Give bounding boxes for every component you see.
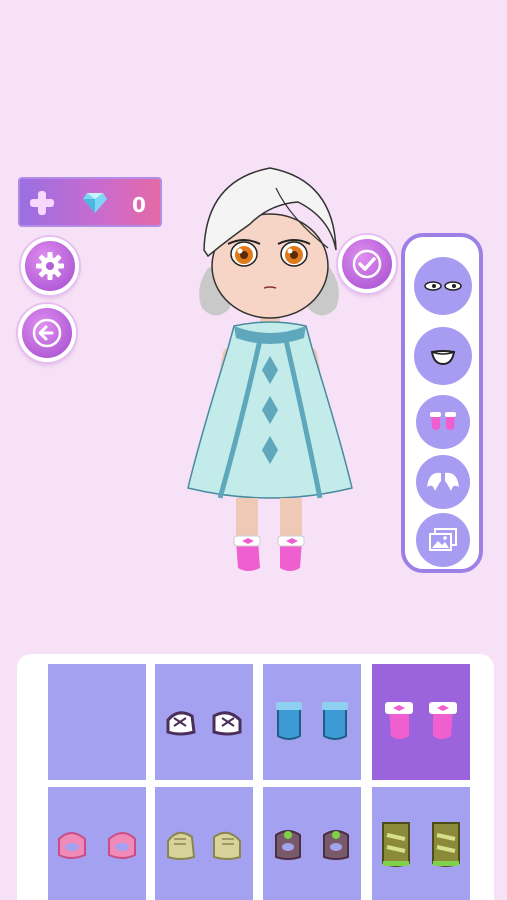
settings-button[interactable]	[21, 237, 79, 295]
item-tile-olive-boots[interactable]	[372, 787, 470, 900]
doll-character	[187, 167, 353, 571]
category-mouth[interactable]	[414, 327, 472, 385]
item-grid-panel	[17, 654, 494, 900]
blue-boots-icon	[276, 702, 348, 740]
item-tile-none[interactable]	[48, 664, 146, 780]
item-tile-khaki-sneakers[interactable]	[155, 787, 253, 900]
pink-bow-socks-icon	[385, 702, 457, 739]
diamond-icon	[83, 193, 107, 213]
category-eyes[interactable]	[414, 257, 472, 315]
back-button[interactable]	[18, 304, 76, 362]
item-tile-pink-bow-socks[interactable]	[372, 664, 470, 780]
purple-sneakers-icon	[166, 711, 242, 736]
olive-boots-icon	[382, 822, 460, 867]
confirm-button[interactable]	[338, 235, 396, 293]
item-tile-purple-sneakers[interactable]	[155, 664, 253, 780]
brown-green-sandals-icon	[275, 830, 349, 860]
pink-sandals-icon	[58, 832, 136, 859]
gear-icon	[36, 252, 64, 280]
category-panel	[401, 233, 483, 573]
category-shoes[interactable]	[416, 395, 470, 449]
category-background[interactable]	[416, 513, 470, 567]
category-wings[interactable]	[416, 455, 470, 509]
wings-icon	[427, 472, 459, 491]
plus-icon[interactable]	[28, 189, 56, 217]
picture-icon	[429, 528, 457, 551]
item-tile-brown-green-sandals[interactable]	[263, 787, 361, 900]
eyes-icon	[424, 281, 462, 291]
khaki-sneakers-icon	[167, 831, 241, 860]
gem-counter-bar: 0	[18, 177, 162, 227]
shoes-icon	[430, 412, 456, 430]
gem-count: 0	[132, 193, 146, 217]
mouth-icon	[430, 350, 456, 366]
checkmark-icon	[352, 249, 382, 279]
arrow-left-icon	[32, 318, 62, 348]
item-tile-blue-boots[interactable]	[263, 664, 361, 780]
item-tile-pink-sandals[interactable]	[48, 787, 146, 900]
